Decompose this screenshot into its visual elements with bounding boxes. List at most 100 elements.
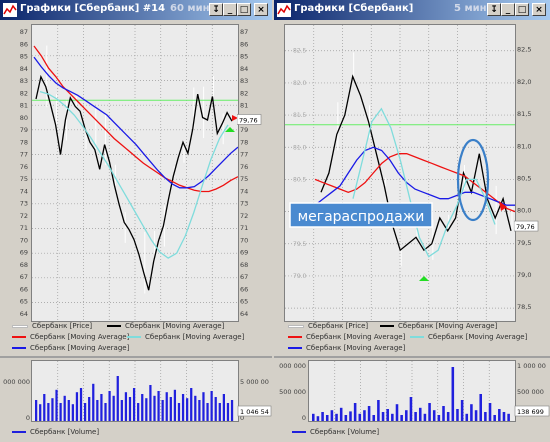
y-tick-label: 78,5 <box>517 303 531 311</box>
y-tick-label: 87 <box>240 28 248 36</box>
y-tick-label: 82,5 <box>517 46 531 54</box>
y-tick-label: 67 <box>240 273 248 281</box>
y-tick-label: 74 <box>240 187 248 195</box>
pin-button[interactable]: ↧ <box>209 3 223 16</box>
legend-price: Сбербанк [Price] <box>12 322 92 330</box>
y-tick-label: 78 <box>20 138 28 146</box>
window-title: Графики [Сбербанк] #14 <box>20 3 166 14</box>
y-tick-label: 65 <box>240 298 248 306</box>
y-tick-label: 74 <box>20 187 28 195</box>
y-tick-label: 86 <box>20 40 28 48</box>
chart-window-icon <box>277 3 291 17</box>
y-tick-label-inner: 81.0 <box>293 144 307 151</box>
y-tick-label-inner: 82.0 <box>293 80 307 87</box>
y-tick-label: 79 <box>240 126 248 134</box>
y-tick-label: 67 <box>20 273 28 281</box>
volume-value-label: 1 046 54 <box>240 408 269 416</box>
chart-window-5min: Графики [Сбербанк] 5 минут ↧ _ □ × 82.5 8… <box>274 0 550 442</box>
maximize-button[interactable]: □ <box>515 3 529 16</box>
y-tick-label: 84 <box>240 65 248 73</box>
y-tick-label: 80,0 <box>517 207 531 215</box>
legend-ma-black: Сбербанк [Moving Average] <box>380 322 497 330</box>
title-bar[interactable]: Графики [Сбербанк] #14 60 минут ↧ _ □ × <box>0 0 272 20</box>
y-tick-label: 79,5 <box>517 239 531 247</box>
volume-tick-left: 000 000 <box>3 378 30 386</box>
maximize-button[interactable]: □ <box>237 3 251 16</box>
legend: Сбербанк [Price] Сбербанк [Moving Averag… <box>288 322 538 356</box>
y-tick-label: 77 <box>20 151 28 159</box>
y-tick-label: 82 <box>20 89 28 97</box>
pin-button[interactable]: ↧ <box>487 3 501 16</box>
y-tick-label: 82,0 <box>517 78 531 86</box>
buy-arrow-icon <box>419 276 429 281</box>
y-tick-label: 65 <box>20 298 28 306</box>
minimize-button[interactable]: _ <box>501 3 515 16</box>
title-bar[interactable]: Графики [Сбербанк] 5 минут ↧ _ □ × <box>274 0 550 20</box>
y-tick-label: 81,0 <box>517 142 531 150</box>
y-tick-label: 76 <box>240 163 248 171</box>
volume-tick-right: 5 000 00 <box>240 378 269 386</box>
minimize-button[interactable]: _ <box>223 3 237 16</box>
price-axis-left: 87 86 85 84 83 82 81 80 79 78 77 76 75 74 73 72 71 70 69 68… <box>20 28 28 318</box>
volume-axes: 000 000 500 000 0 1 000 00 500 000 138 699 <box>279 362 550 422</box>
legend-ma-red: Сбербанк [Moving Average] <box>12 333 129 341</box>
price-chart-panel[interactable]: 82.582.081.581.080.580.079.579.0мегарасп… <box>284 24 516 322</box>
y-tick-label: 64 <box>20 310 28 318</box>
y-tick-label: 76 <box>20 163 28 171</box>
y-tick-label: 87 <box>20 28 28 36</box>
y-tick-label: 81,5 <box>517 110 531 118</box>
volume-tick-right: 1 000 00 <box>517 362 546 370</box>
y-tick-label: 72 <box>240 212 248 220</box>
y-tick-label: 71 <box>20 224 28 232</box>
annotation-label: мегараспродажи <box>298 209 425 225</box>
legend-ma-black: Сбербанк [Moving Average] <box>107 322 224 330</box>
volume-tick-left: 0 <box>26 414 30 422</box>
y-tick-label: 75 <box>20 175 28 183</box>
y-tick-label: 69 <box>20 249 28 257</box>
y-tick-label: 86 <box>240 40 248 48</box>
chart-window-hourly: Графики [Сбербанк] #14 60 минут ↧ _ □ × … <box>0 0 272 442</box>
y-tick-label: 64 <box>240 310 248 318</box>
y-tick-label-inner: 79.5 <box>293 241 307 248</box>
y-tick-label: 79 <box>20 126 28 134</box>
y-tick-label: 85 <box>240 53 248 61</box>
price-chart: 82.582.081.581.080.580.079.579.0мегарасп… <box>285 25 516 321</box>
legend-ma-red: Сбербанк [Moving Average] <box>288 333 405 341</box>
chart-window-icon <box>3 3 17 17</box>
y-tick-label: 83 <box>20 77 28 85</box>
pane-splitter[interactable] <box>0 356 272 358</box>
legend-ma-cyan: Сбербанк [Moving Average] <box>410 333 527 341</box>
y-tick-label: 75 <box>240 175 248 183</box>
y-tick-label: 68 <box>240 261 248 269</box>
y-tick-label: 66 <box>20 285 28 293</box>
legend-ma-cyan: Сбербанк [Moving Average] <box>127 333 244 341</box>
y-tick-label: 79,0 <box>517 271 531 279</box>
close-button[interactable]: × <box>532 3 546 16</box>
y-tick-label-inner: 81.5 <box>293 112 307 119</box>
y-tick-label: 71 <box>240 224 248 232</box>
legend-ma-blue: Сбербанк [Moving Average] <box>12 344 129 352</box>
series-cyan-line <box>39 90 229 259</box>
y-tick-label: 73 <box>20 200 28 208</box>
price-axis-right: 8786858483828180797877767574737271706968… <box>237 28 262 318</box>
volume-tick-left: 500 000 <box>279 388 306 396</box>
price-chart <box>32 25 239 321</box>
window-title: Графики [Сбербанк] <box>294 3 414 14</box>
y-tick-label: 83 <box>240 77 248 85</box>
y-tick-label: 69 <box>240 249 248 257</box>
legend-price: Сбербанк [Price] <box>288 322 368 330</box>
y-tick-label-inner: 79.0 <box>293 273 307 280</box>
current-price-label: 79,76 <box>516 223 535 231</box>
y-tick-label: 77 <box>240 151 248 159</box>
y-tick-label: 70 <box>240 236 248 244</box>
y-tick-label: 81 <box>240 102 248 110</box>
y-tick-label-inner: 80.5 <box>293 176 307 183</box>
close-button[interactable]: × <box>254 3 268 16</box>
volume-tick-right: 500 000 <box>517 388 544 396</box>
y-tick-label: 82 <box>240 89 248 97</box>
volume-tick-left: 0 <box>302 414 306 422</box>
pane-splitter[interactable] <box>274 356 550 358</box>
y-tick-label-inner: 82.5 <box>293 48 307 55</box>
price-chart-panel[interactable] <box>31 24 239 322</box>
legend-ma-blue: Сбербанк [Moving Average] <box>288 344 405 352</box>
